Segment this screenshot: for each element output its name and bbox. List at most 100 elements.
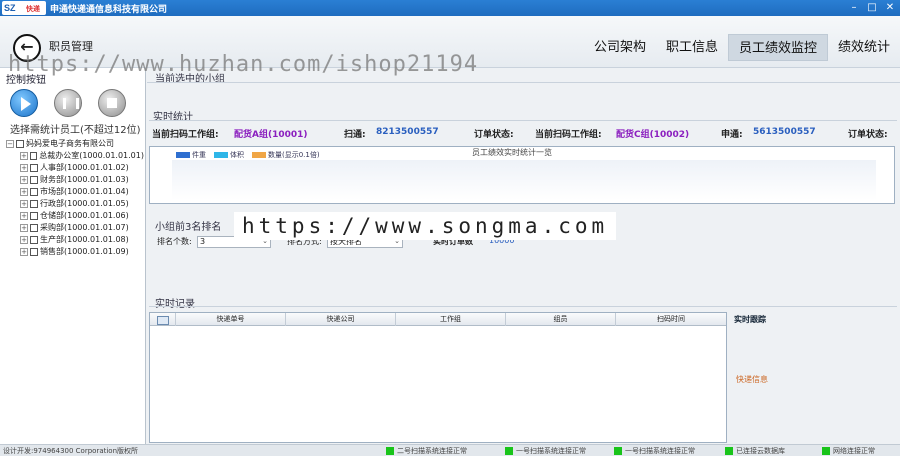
- divider: [149, 306, 897, 307]
- tab-performance-stats[interactable]: 绩效统计: [828, 34, 900, 61]
- tree-item[interactable]: + 销售部(1000.01.01.09): [6, 246, 144, 258]
- rank-title: 小组前3名排名: [155, 222, 222, 233]
- tree-item-label: 人事部(1000.01.01.02): [40, 163, 129, 172]
- legend-label: 件重: [192, 151, 206, 159]
- expand-icon[interactable]: +: [20, 152, 28, 160]
- status-ok-icon: [614, 447, 622, 455]
- tracking-panel: 实时跟踪 快递信息: [733, 312, 899, 443]
- tree-item[interactable]: + 市场部(1000.01.01.04): [6, 186, 144, 198]
- scan-value-2: 5613500557: [753, 127, 816, 137]
- records-table: 快递单号 快递公司 工作组 组员 扫码时间: [149, 312, 727, 443]
- minimize-button[interactable]: –: [846, 1, 862, 14]
- tree-checkbox[interactable]: [30, 176, 38, 184]
- express-info-label: 快递信息: [736, 375, 768, 384]
- logo-text: SZ: [4, 3, 16, 13]
- legend-item: 件重: [176, 150, 206, 160]
- divider: [147, 82, 900, 83]
- realtime-stats-row: 当前扫码工作组: 配货A组(10001) 扫通: 8213500557 订单状态…: [152, 127, 897, 141]
- main-content: 当前选中的小组 实时统计 当前扫码工作组: 配货A组(10001) 扫通: 82…: [147, 68, 900, 444]
- performance-chart: 件重 体积 数量(显示0.1倍) 员工绩效实时统计一览: [149, 146, 895, 204]
- tree-item[interactable]: + 行政部(1000.01.01.05): [6, 198, 144, 210]
- chart-title: 员工绩效实时统计一览: [472, 148, 552, 157]
- window-title: 申通快递通信息科技有限公司: [50, 5, 168, 15]
- employee-select-hint: 选择需统计员工(不超过12位): [10, 125, 141, 136]
- tab-performance-monitor[interactable]: 员工绩效监控: [727, 34, 828, 61]
- legend-swatch: [176, 152, 190, 158]
- group-value-1: 配货A组(10001): [234, 130, 308, 140]
- tree-checkbox[interactable]: [16, 140, 24, 148]
- status-ok-icon: [386, 447, 394, 455]
- tree-checkbox[interactable]: [30, 248, 38, 256]
- expand-icon[interactable]: +: [20, 176, 28, 184]
- column-header[interactable]: 组员: [506, 313, 616, 326]
- legend-item: 数量(显示0.1倍): [252, 150, 320, 160]
- column-header[interactable]: 快递单号: [176, 313, 286, 326]
- tree-item[interactable]: + 人事部(1000.01.01.02): [6, 162, 144, 174]
- realtime-records-title: 实时记录: [155, 299, 195, 310]
- tree-checkbox[interactable]: [29, 152, 38, 160]
- order-status-label-1: 订单状态:: [474, 130, 514, 140]
- table-header: 快递单号 快递公司 工作组 组员 扫码时间: [150, 313, 726, 326]
- close-button[interactable]: ✕: [882, 1, 898, 14]
- status-item: 已连接云数据库: [725, 446, 785, 456]
- status-label: 一号扫描系统连接正常: [625, 447, 695, 455]
- status-ok-icon: [725, 447, 733, 455]
- legend-swatch: [214, 152, 228, 158]
- tree-checkbox[interactable]: [30, 188, 38, 196]
- column-header[interactable]: 工作组: [396, 313, 506, 326]
- collapse-icon[interactable]: −: [6, 140, 14, 148]
- tree-checkbox[interactable]: [30, 200, 38, 208]
- watermark-top: https://www.huzhan.com/ishop21194: [8, 52, 479, 77]
- rank-count-label: 排名个数:: [157, 237, 192, 246]
- column-header[interactable]: 快递公司: [286, 313, 396, 326]
- status-item: 一号扫描系统连接正常: [614, 446, 695, 456]
- pause-button[interactable]: [54, 89, 82, 117]
- left-control-panel: 控制按钮 选择需统计员工(不超过12位) − 妈妈爱电子商务有限公司 + 总裁办公…: [0, 68, 146, 444]
- expand-icon[interactable]: +: [20, 224, 28, 232]
- tree-item-label: 财务部(1000.01.01.03): [40, 175, 129, 184]
- expand-icon[interactable]: +: [20, 164, 28, 172]
- tracking-title: 实时跟踪: [734, 315, 766, 324]
- stop-button[interactable]: [98, 89, 126, 117]
- legend-item: 体积: [214, 150, 244, 160]
- tab-employee-info[interactable]: 职工信息: [656, 34, 728, 61]
- tree-item[interactable]: + 仓储部(1000.01.01.06): [6, 210, 144, 222]
- tree-checkbox[interactable]: [30, 224, 38, 232]
- expand-icon[interactable]: +: [20, 188, 28, 196]
- department-tree: − 妈妈爱电子商务有限公司 + 总裁办公室(1000.01.01.01) + 人事部…: [6, 138, 144, 258]
- tab-company-structure[interactable]: 公司架构: [584, 34, 656, 61]
- expand-icon[interactable]: +: [20, 236, 28, 244]
- group-value-2: 配货C组(10002): [616, 130, 690, 140]
- status-item: 网络连接正常: [822, 446, 875, 456]
- status-ok-icon: [822, 447, 830, 455]
- column-header[interactable]: 扫码时间: [616, 313, 726, 326]
- copyright-text: 设计开发:974964300 Corporation版权所: [3, 447, 139, 455]
- status-label: 已连接云数据库: [736, 447, 785, 455]
- tree-item[interactable]: + 总裁办公室(1000.01.01.01): [6, 150, 144, 162]
- watermark-middle: https://www.songma.com: [234, 212, 617, 240]
- tree-item[interactable]: + 生产部(1000.01.01.08): [6, 234, 144, 246]
- tree-checkbox[interactable]: [30, 236, 38, 244]
- status-label: 网络连接正常: [833, 447, 875, 455]
- tree-item[interactable]: + 采购部(1000.01.01.07): [6, 222, 144, 234]
- expand-icon[interactable]: +: [20, 200, 28, 208]
- tree-root[interactable]: − 妈妈爱电子商务有限公司: [6, 138, 144, 150]
- main-nav: 公司架构 职工信息 员工绩效监控 绩效统计: [584, 34, 900, 61]
- tree-checkbox[interactable]: [30, 164, 38, 172]
- tree-item-label: 总裁办公室(1000.01.01.01): [39, 151, 144, 160]
- expand-icon[interactable]: +: [20, 248, 28, 256]
- group-label-2: 当前扫码工作组:: [535, 130, 602, 140]
- group-label-1: 当前扫码工作组:: [152, 130, 219, 140]
- maximize-button[interactable]: □: [864, 1, 880, 14]
- scan-label-2: 申通:: [721, 130, 743, 140]
- legend-swatch: [252, 152, 266, 158]
- status-label: 二号扫描系统连接正常: [397, 447, 467, 455]
- scan-label-1: 扫通:: [344, 130, 366, 140]
- status-ok-icon: [505, 447, 513, 455]
- tree-checkbox[interactable]: [30, 212, 38, 220]
- tree-item[interactable]: + 财务部(1000.01.01.03): [6, 174, 144, 186]
- tree-root-label: 妈妈爱电子商务有限公司: [26, 139, 114, 148]
- play-button[interactable]: [10, 89, 38, 117]
- expand-icon[interactable]: +: [20, 212, 28, 220]
- tree-item-label: 仓储部(1000.01.01.06): [40, 211, 129, 220]
